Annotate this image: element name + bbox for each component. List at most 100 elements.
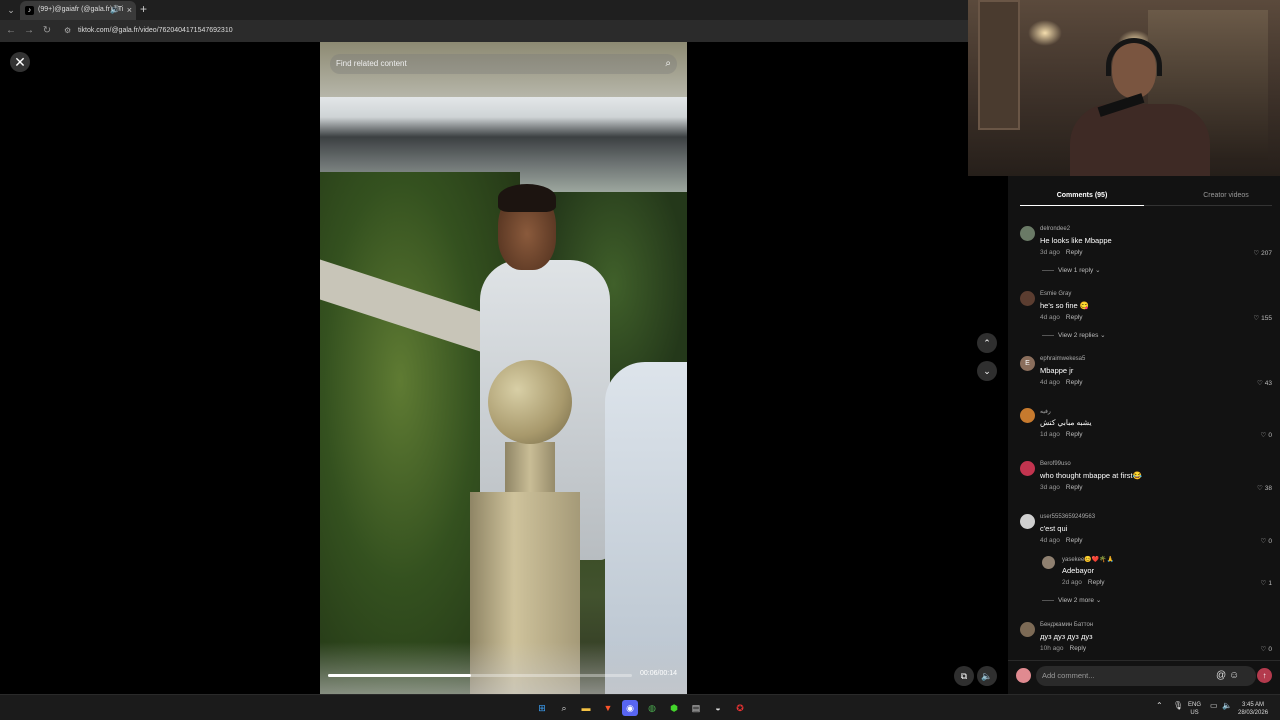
view-replies-button[interactable]: View 1 reply ⌄ (1042, 266, 1101, 274)
avatar[interactable] (1020, 461, 1035, 476)
reply-button[interactable]: Reply (1066, 537, 1083, 544)
comment-time: 10h ago (1040, 645, 1064, 652)
avatar[interactable] (1042, 556, 1055, 569)
comment-meta: 4d ago Reply (1040, 314, 1083, 321)
back-icon[interactable]: ← (4, 24, 18, 38)
chevron-down-icon[interactable]: ⌄ (977, 361, 997, 381)
url-text: tiktok.com/@gala.fr/video/76204041715476… (78, 27, 233, 34)
like-count: 207 (1261, 250, 1272, 257)
avatar (1016, 668, 1031, 683)
comment-username[interactable]: yasekee😊❤️🌴🙏 (1062, 556, 1114, 563)
reply-button[interactable]: Reply (1070, 645, 1087, 652)
add-comment-bar: Add comment... @ ☺ ↑ (1008, 660, 1280, 694)
comment-username[interactable]: Berof99uso (1040, 461, 1071, 467)
related-content-search[interactable]: Find related content ⌕ (330, 54, 677, 74)
clock[interactable]: 3:45 AM 28/03/2026 (1238, 701, 1268, 717)
comment-username[interactable]: delrondee2 (1040, 226, 1070, 232)
comment-time: 4d ago (1040, 379, 1060, 386)
site-info-icon[interactable]: ⚙ (64, 23, 71, 39)
search-placeholder: Find related content (336, 59, 407, 68)
brave-icon[interactable]: ▼ (600, 700, 616, 716)
heart-icon: ♡ (1260, 580, 1267, 587)
forward-icon[interactable]: → (22, 24, 36, 38)
chevron-down-icon: ⌄ (1095, 267, 1101, 274)
steam-icon[interactable]: ◒ (710, 700, 726, 716)
view-more-button[interactable]: View 2 more ⌄ (1042, 596, 1101, 604)
avatar[interactable] (1020, 622, 1035, 637)
reply-button[interactable]: Reply (1066, 484, 1083, 491)
heart-icon: ♡ (1253, 250, 1260, 257)
reply-button[interactable]: Reply (1088, 579, 1105, 586)
avatar[interactable] (1020, 291, 1035, 306)
tab-search-icon[interactable]: ⌄ (4, 3, 18, 17)
like-button[interactable]: ♡ 43 (1257, 379, 1272, 387)
like-button[interactable]: ♡ 38 (1257, 484, 1272, 492)
comment-username[interactable]: Бенджамин Баттон (1040, 622, 1093, 628)
like-button[interactable]: ♡ 0 (1261, 645, 1272, 653)
emoji-icon[interactable]: ☺ (1229, 670, 1239, 681)
comment-text: дуз дуз дуз дуз (1040, 632, 1093, 641)
view-replies-label: View 1 reply (1058, 267, 1094, 274)
view-replies-label: View 2 replies (1058, 332, 1099, 339)
comment-meta: 2d ago Reply (1062, 579, 1105, 586)
comment-username[interactable]: user5553659249563 (1040, 514, 1095, 520)
video-time: 00:06/00:14 (640, 670, 677, 677)
comment-time: 2d ago (1062, 579, 1082, 586)
tab-comments[interactable]: Comments (95) (1020, 186, 1144, 206)
comment-time: 3d ago (1040, 249, 1060, 256)
chevron-up-icon[interactable]: ⌃ (977, 333, 997, 353)
audio-icon[interactable]: 🔊 (110, 1, 120, 19)
mention-icon[interactable]: @ (1216, 670, 1226, 681)
razer-icon[interactable]: ⬢ (666, 700, 682, 716)
heart-icon: ♡ (1256, 380, 1263, 387)
volume-icon[interactable]: 🔈 (977, 666, 997, 686)
microphone-icon[interactable]: 🎙 (1173, 701, 1183, 710)
send-button[interactable]: ↑ (1257, 668, 1272, 683)
avatar[interactable]: E (1020, 356, 1035, 371)
search-icon[interactable]: ⌕ (556, 700, 572, 716)
like-button[interactable]: ♡ 0 (1261, 431, 1272, 439)
tab-close-icon[interactable]: × (127, 1, 132, 19)
close-icon[interactable]: ✕ (10, 52, 30, 72)
reload-icon[interactable]: ↻ (40, 24, 54, 38)
view-replies-button[interactable]: View 2 replies ⌄ (1042, 331, 1106, 339)
search-icon[interactable]: ⌕ (665, 54, 671, 74)
avatar[interactable] (1020, 514, 1035, 529)
browser-tab-active[interactable]: ♪ (99+)@gaiafr (@gala.fr) | Ti 🔊 × (20, 1, 136, 20)
like-button[interactable]: ♡ 155 (1253, 314, 1272, 322)
tiktok-icon: ♪ (25, 6, 34, 15)
file-explorer-icon[interactable]: ▬ (578, 700, 594, 716)
reply-button[interactable]: Reply (1066, 431, 1083, 438)
pip-icon[interactable]: ⧉ (954, 666, 974, 686)
video-progress-bar[interactable] (328, 674, 632, 677)
like-button[interactable]: ♡ 0 (1261, 537, 1272, 545)
start-icon[interactable]: ⊞ (534, 700, 550, 716)
network-icon[interactable]: ▭ (1210, 701, 1218, 710)
video-player[interactable] (320, 42, 687, 694)
notepad-icon[interactable]: ▤ (688, 700, 704, 716)
comment-username[interactable]: Esmie Gray (1040, 291, 1071, 297)
avatar[interactable] (1020, 408, 1035, 423)
reply-button[interactable]: Reply (1066, 314, 1083, 321)
heart-icon: ♡ (1253, 315, 1260, 322)
new-tab-button[interactable]: + (140, 2, 147, 16)
discord-icon[interactable]: ◉ (622, 700, 638, 716)
app-icon[interactable]: ✪ (732, 700, 748, 716)
like-button[interactable]: ♡ 1 (1261, 579, 1272, 587)
reply-button[interactable]: Reply (1066, 379, 1083, 386)
like-button[interactable]: ♡ 207 (1253, 249, 1272, 257)
comment-username[interactable]: ephraimwekesa5 (1040, 356, 1085, 362)
comment-username[interactable]: رفيه (1040, 408, 1051, 415)
address-bar[interactable]: ⚙ tiktok.com/@gala.fr/video/762040417154… (60, 23, 980, 39)
clock-date: 28/03/2026 (1238, 710, 1269, 716)
like-count: 0 (1268, 538, 1272, 545)
speaker-icon[interactable]: 🔈 (1222, 701, 1232, 710)
like-count: 155 (1261, 315, 1272, 322)
chevron-up-icon[interactable]: ⌃ (1156, 701, 1163, 710)
tab-creator-videos[interactable]: Creator videos (1164, 186, 1280, 206)
comment-time: 1d ago (1040, 431, 1060, 438)
language-indicator[interactable]: ENG US (1188, 701, 1201, 717)
chrome-icon[interactable]: ◍ (644, 700, 660, 716)
reply-button[interactable]: Reply (1066, 249, 1083, 256)
avatar[interactable] (1020, 226, 1035, 241)
